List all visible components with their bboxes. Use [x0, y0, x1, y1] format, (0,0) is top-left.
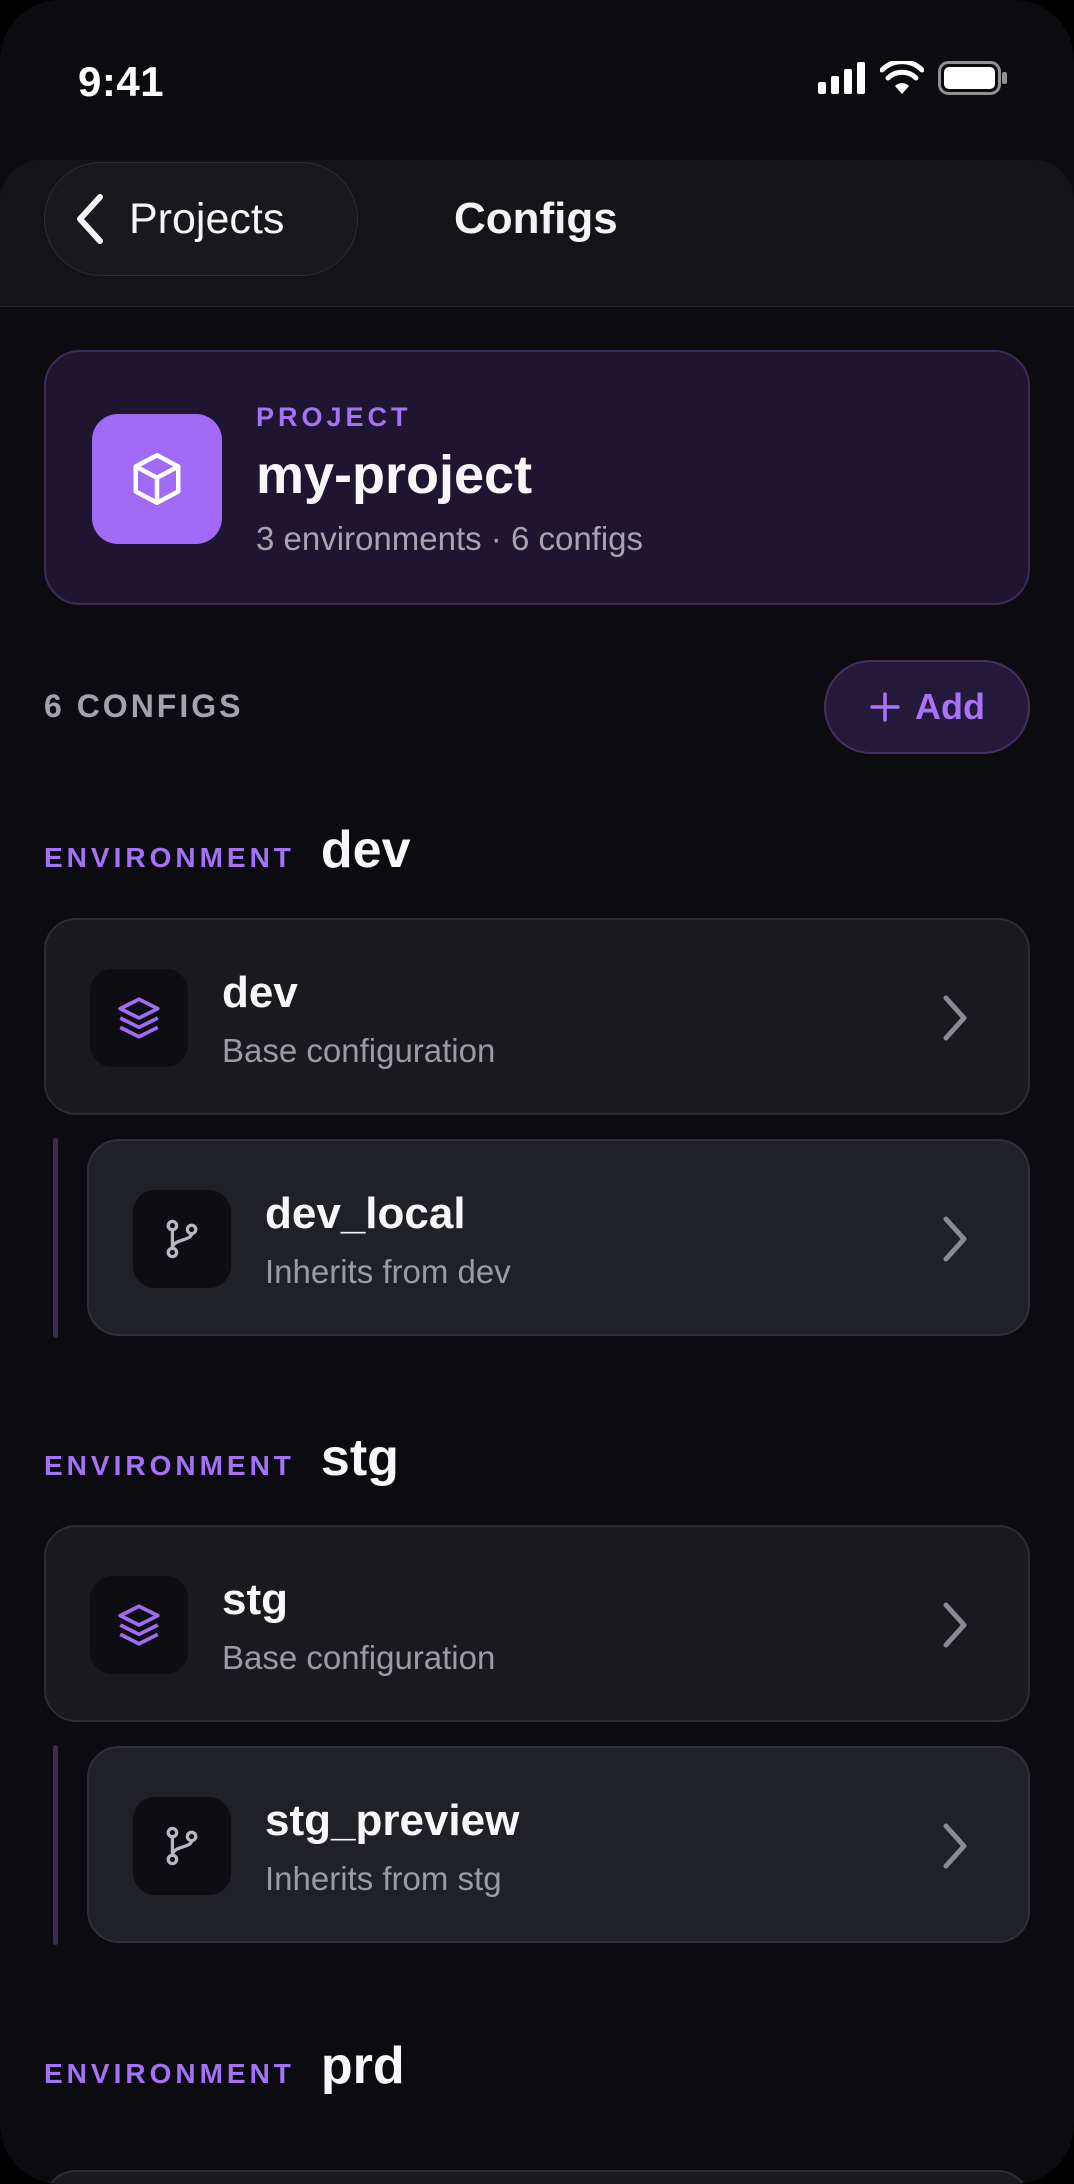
config-subtitle: Base configuration	[222, 1639, 496, 1676]
config-title: stg	[222, 1575, 288, 1624]
config-subtitle: Inherits from dev	[265, 1253, 511, 1290]
environment-header-prd: ENVIRONMENT prd	[44, 2036, 405, 2096]
chevron-right-icon	[943, 1216, 967, 1262]
project-card: PROJECT my-project 3 environments · 6 co…	[44, 350, 1030, 605]
inheritance-line	[53, 1745, 58, 1945]
branch-icon	[166, 1826, 198, 1866]
config-row-dev[interactable]: dev Base configuration	[44, 918, 1030, 1115]
environment-kicker: ENVIRONMENT	[44, 842, 295, 873]
status-time: 9:41	[78, 58, 165, 105]
config-row-stg-preview[interactable]: stg_preview Inherits from stg	[87, 1746, 1030, 1943]
navigation-bar: Projects Configs	[0, 160, 1074, 307]
config-icon-tile	[133, 1190, 231, 1288]
plus-icon	[870, 692, 900, 722]
config-subtitle: Base configuration	[222, 1032, 496, 1069]
config-title: dev	[222, 968, 298, 1017]
environment-name: dev	[320, 821, 411, 879]
config-title: stg_preview	[265, 1796, 520, 1845]
environment-name: prd	[320, 2037, 405, 2095]
environment-kicker: ENVIRONMENT	[44, 1450, 295, 1481]
config-row-stg[interactable]: stg Base configuration	[44, 1525, 1030, 1722]
status-icons	[818, 60, 1008, 96]
back-button-label: Projects	[129, 194, 285, 243]
config-subtitle: Inherits from stg	[265, 1860, 502, 1897]
cube-icon	[133, 453, 181, 505]
chevron-right-icon	[943, 995, 967, 1041]
environment-header-dev: ENVIRONMENT dev	[44, 820, 411, 880]
config-title: dev_local	[265, 1189, 466, 1238]
config-row-prd[interactable]	[44, 2170, 1030, 2184]
config-row-dev-local[interactable]: dev_local Inherits from dev	[87, 1139, 1030, 1336]
status-bar: 9:41	[0, 0, 1074, 150]
environment-kicker: ENVIRONMENT	[44, 2058, 295, 2089]
configs-screen: 9:41 Projects Configs PROJECT my-project…	[0, 0, 1074, 2184]
layers-icon	[118, 1604, 160, 1646]
page-title: Configs	[454, 194, 618, 243]
wifi-icon	[880, 61, 924, 94]
config-icon-tile	[90, 969, 188, 1067]
branch-icon	[166, 1219, 198, 1259]
chevron-right-icon	[943, 1602, 967, 1648]
config-icon-tile	[90, 1576, 188, 1674]
battery-icon	[938, 61, 1007, 95]
cellular-signal-icon	[818, 62, 865, 94]
configs-count-label: 6 CONFIGS	[44, 688, 244, 724]
config-icon-tile	[133, 1797, 231, 1895]
environment-name: stg	[320, 1429, 399, 1487]
back-button[interactable]: Projects	[44, 162, 358, 276]
project-name: my-project	[256, 445, 533, 505]
add-config-button[interactable]: Add	[824, 660, 1030, 754]
chevron-left-icon	[77, 194, 103, 244]
environment-header-stg: ENVIRONMENT stg	[44, 1428, 399, 1488]
add-button-label: Add	[915, 686, 985, 727]
chevron-right-icon	[943, 1823, 967, 1869]
project-icon-tile	[92, 414, 222, 544]
layers-icon	[118, 997, 160, 1039]
project-meta: 3 environments · 6 configs	[256, 520, 644, 557]
inheritance-line	[53, 1138, 58, 1338]
project-kicker: PROJECT	[256, 402, 412, 432]
